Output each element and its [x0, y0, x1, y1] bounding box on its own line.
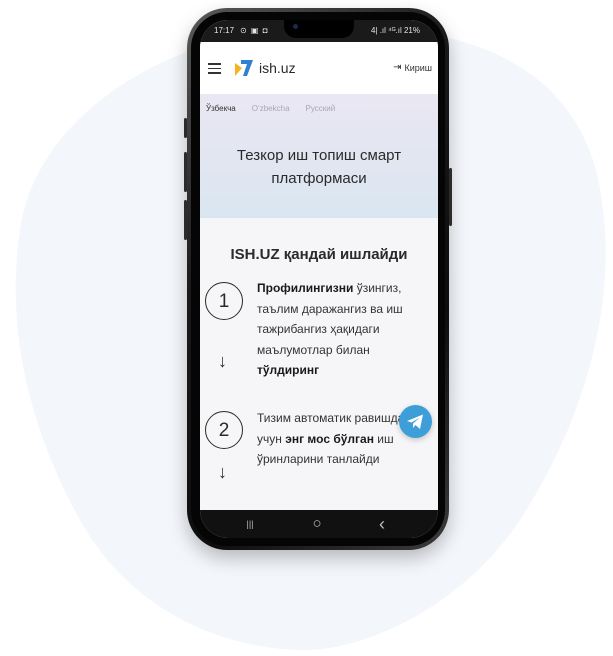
- back-icon[interactable]: ‹: [372, 514, 392, 534]
- section-title: ISH.UZ қандай ишлайди: [230, 246, 408, 263]
- telegram-button[interactable]: [399, 405, 432, 438]
- page: 17:17 ⊙ ▣ ◘ 4| .ıl ⁴ᴳ.ıl 21% ish.uz ⇥ Ки…: [0, 0, 613, 656]
- step-1-bold-end: тўлдиринг: [257, 363, 320, 377]
- camera-icon: [293, 24, 298, 29]
- lang-uz-latin[interactable]: O‘zbekcha: [252, 104, 290, 113]
- language-switcher: Ўзбекча O‘zbekcha Русский: [206, 104, 351, 113]
- step-2-number: 2: [205, 411, 243, 449]
- app-header: ish.uz ⇥ Кириш: [200, 42, 438, 94]
- phone-screen: 17:17 ⊙ ▣ ◘ 4| .ıl ⁴ᴳ.ıl 21% ish.uz ⇥ Ки…: [200, 20, 438, 538]
- logo-text: ish.uz: [259, 60, 296, 76]
- step-1-arrow: ↓: [218, 351, 227, 371]
- status-bar: 17:17 ⊙ ▣ ◘ 4| .ıl ⁴ᴳ.ıl 21%: [200, 20, 438, 42]
- phone-side-button-power: [449, 168, 452, 226]
- step-1-number: 1: [205, 282, 243, 320]
- lang-russian[interactable]: Русский: [306, 104, 336, 113]
- login-button[interactable]: ⇥ Кириш: [393, 62, 432, 73]
- home-icon[interactable]: ○: [307, 514, 327, 534]
- hamburger-icon[interactable]: [208, 63, 221, 74]
- logo[interactable]: ish.uz: [233, 58, 296, 78]
- telegram-icon: [407, 414, 423, 429]
- status-left-icons: ⊙ ▣ ◘: [240, 26, 269, 35]
- phone-side-button-volume-down: [184, 200, 187, 240]
- status-right-indicators: 4| .ıl ⁴ᴳ.ıl 21%: [370, 26, 420, 35]
- how-it-works-section: ISH.UZ қандай ишлайди 1 ↓ Профилингизни …: [200, 218, 438, 510]
- login-icon: ⇥: [393, 62, 402, 73]
- logo-icon: [235, 60, 253, 76]
- android-nav-bar: ||| ○ ‹: [200, 510, 438, 538]
- step-1-bold-start: Профилингизни: [257, 281, 354, 295]
- phone-side-button-volume-up: [184, 152, 187, 192]
- lang-uz-cyrillic[interactable]: Ўзбекча: [206, 104, 236, 113]
- login-label: Кириш: [404, 62, 432, 73]
- recent-apps-icon[interactable]: |||: [240, 514, 260, 534]
- phone-side-button-mute: [184, 118, 187, 138]
- step-1-text: Профилингизни ўзингиз, таълим даражангиз…: [257, 278, 432, 381]
- hero-section: Ўзбекча O‘zbekcha Русский Тезкор иш топи…: [200, 94, 438, 218]
- camera-notch: [284, 20, 354, 38]
- status-time: 17:17: [214, 26, 235, 35]
- hero-title: Тезкор иш топиш смарт платформаси: [236, 147, 402, 187]
- step-2-arrow: ↓: [218, 462, 227, 482]
- step-2-bold-mid: энг мос бўлган: [285, 431, 374, 446]
